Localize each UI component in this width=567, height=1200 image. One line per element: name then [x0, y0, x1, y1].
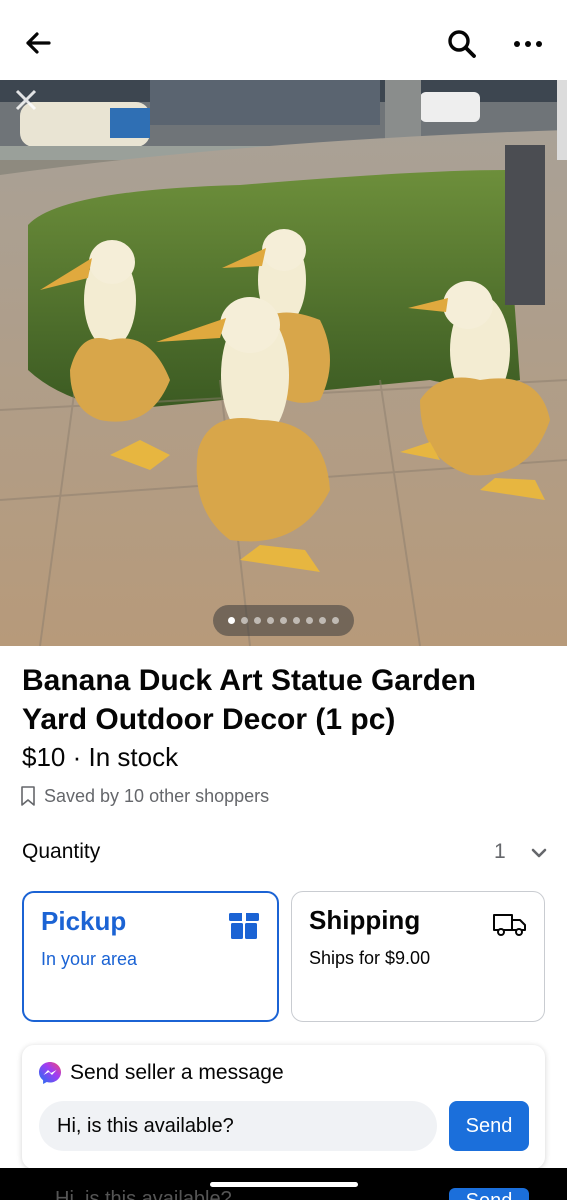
carousel-dot[interactable]	[241, 617, 248, 624]
photo-edge	[557, 80, 567, 160]
banana-duck-statues-photo	[0, 80, 567, 646]
message-seller-card: Send seller a message Hi, is this availa…	[22, 1045, 545, 1169]
message-seller-header: Send seller a message	[38, 1061, 284, 1085]
home-indicator[interactable]	[210, 1182, 358, 1187]
pickup-option[interactable]: Pickup In your area	[22, 891, 279, 1022]
listing-title: Banana Duck Art Statue Garden Yard Outdo…	[22, 664, 476, 736]
carousel-dot[interactable]	[228, 617, 235, 624]
shipping-subtitle: Ships for $9.00	[309, 948, 431, 968]
bookmark-icon	[21, 786, 35, 806]
gift-box-icon	[229, 913, 259, 939]
send-button[interactable]: Send	[449, 1101, 529, 1151]
price-and-stock: $10 · In stock	[22, 742, 179, 772]
carousel-dot[interactable]	[319, 617, 326, 624]
saved-count-label: Saved by 10 other shoppers	[44, 785, 270, 806]
search-button[interactable]	[440, 24, 484, 64]
saved-count[interactable]: Saved by 10 other shoppers	[20, 785, 269, 807]
pickup-subtitle: In your area	[41, 949, 138, 969]
scrolled-message-input: Hi, is this available?	[55, 1188, 232, 1200]
system-navigation-bar: Hi, is this available? Send	[0, 1168, 567, 1200]
carousel-dot[interactable]	[254, 617, 261, 624]
shipping-option[interactable]: Shipping Ships for $9.00	[291, 891, 545, 1022]
carousel-dot[interactable]	[267, 617, 274, 624]
arrow-left-icon	[26, 32, 51, 54]
message-seller-title: Send seller a message	[70, 1061, 284, 1084]
carousel-dot[interactable]	[293, 617, 300, 624]
back-button[interactable]	[18, 24, 58, 62]
carousel-dot[interactable]	[306, 617, 313, 624]
more-options-button[interactable]	[506, 24, 550, 64]
pickup-title: Pickup	[41, 906, 127, 936]
delivery-truck-icon	[493, 914, 526, 936]
chevron-down-icon[interactable]	[528, 842, 550, 864]
scrolled-send-button: Send	[449, 1188, 529, 1200]
shipping-title: Shipping	[309, 905, 421, 935]
carousel-dot[interactable]	[332, 617, 339, 624]
listing-photo[interactable]	[0, 80, 567, 646]
more-horizontal-icon	[514, 41, 542, 47]
top-app-bar	[0, 0, 567, 80]
search-icon	[448, 30, 476, 58]
messenger-icon	[39, 1062, 61, 1084]
carousel-indicator[interactable]	[213, 605, 354, 636]
quantity-label: Quantity	[22, 840, 101, 863]
carousel-dot[interactable]	[280, 617, 287, 624]
quantity-value[interactable]: 1	[494, 840, 506, 864]
message-input[interactable]: Hi, is this available?	[39, 1101, 437, 1151]
